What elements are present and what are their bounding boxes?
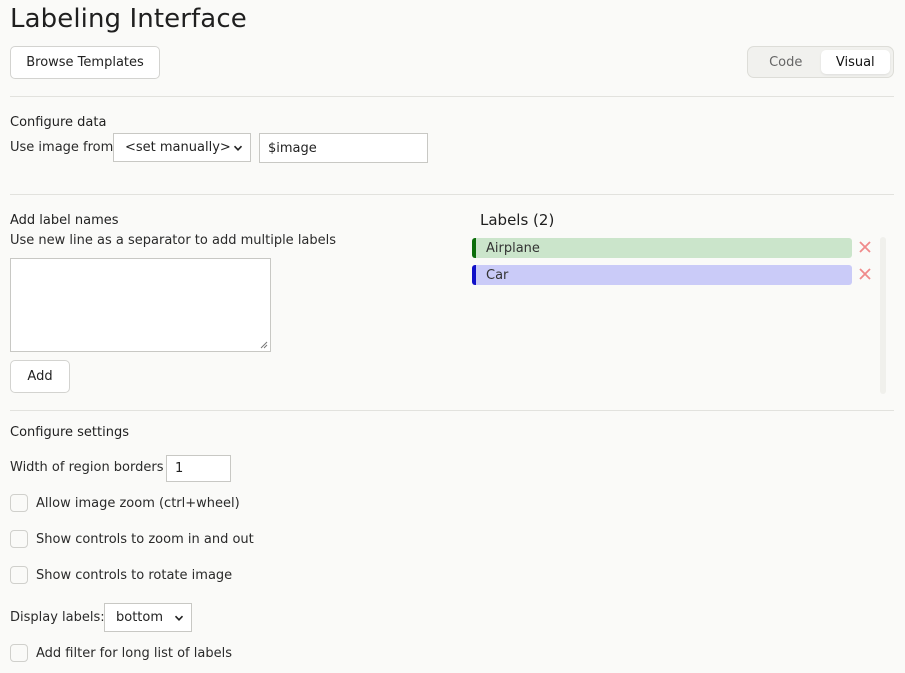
visual-tab[interactable]: Visual [820, 50, 890, 74]
divider [10, 410, 894, 411]
rotate-controls-checkbox[interactable] [10, 566, 28, 584]
image-source-select[interactable]: <set manually> [113, 133, 251, 162]
divider [10, 194, 894, 195]
display-labels-label: Display labels: [10, 610, 105, 625]
label-name: Airplane [486, 240, 540, 256]
labels-heading: Labels (2) [480, 211, 555, 229]
label-filter-checkbox[interactable] [10, 644, 28, 662]
image-source-select-value: <set manually> [125, 140, 231, 155]
border-width-input[interactable]: 1 [166, 455, 231, 482]
border-width-label: Width of region borders [10, 460, 164, 475]
image-source-input[interactable]: $image [259, 133, 428, 163]
resize-handle-icon[interactable] [260, 341, 268, 349]
code-tab[interactable]: Code [751, 50, 821, 74]
label-name: Car [486, 267, 509, 283]
divider [10, 96, 894, 97]
view-mode-toggle: Code Visual [747, 46, 894, 78]
configure-settings-heading: Configure settings [10, 425, 129, 440]
browse-templates-button[interactable]: Browse Templates [10, 46, 160, 79]
display-labels-select-value: bottom [116, 610, 164, 625]
label-names-textarea[interactable] [10, 258, 271, 352]
allow-zoom-checkbox[interactable] [10, 494, 28, 512]
add-labels-button[interactable]: Add [10, 360, 70, 393]
use-image-from-label: Use image from [10, 140, 114, 155]
label-item-car[interactable]: Car [472, 265, 852, 285]
rotate-controls-label: Show controls to rotate image [36, 568, 233, 583]
delete-label-airplane-icon[interactable] [858, 240, 872, 254]
label-filter-label: Add filter for long list of labels [36, 646, 232, 661]
labels-scrollbar[interactable] [880, 237, 886, 394]
chevron-down-icon [174, 615, 184, 621]
zoom-controls-checkbox[interactable] [10, 530, 28, 548]
zoom-controls-label: Show controls to zoom in and out [36, 532, 254, 547]
chevron-down-icon [233, 145, 243, 151]
delete-label-car-icon[interactable] [858, 267, 872, 281]
display-labels-select[interactable]: bottom [104, 603, 192, 632]
configure-data-heading: Configure data [10, 115, 107, 130]
label-item-airplane[interactable]: Airplane [472, 238, 852, 258]
page-title: Labeling Interface [10, 4, 247, 34]
add-label-names-heading: Add label names [10, 213, 119, 228]
label-names-hint: Use new line as a separator to add multi… [10, 233, 337, 248]
allow-zoom-label: Allow image zoom (ctrl+wheel) [36, 496, 240, 511]
